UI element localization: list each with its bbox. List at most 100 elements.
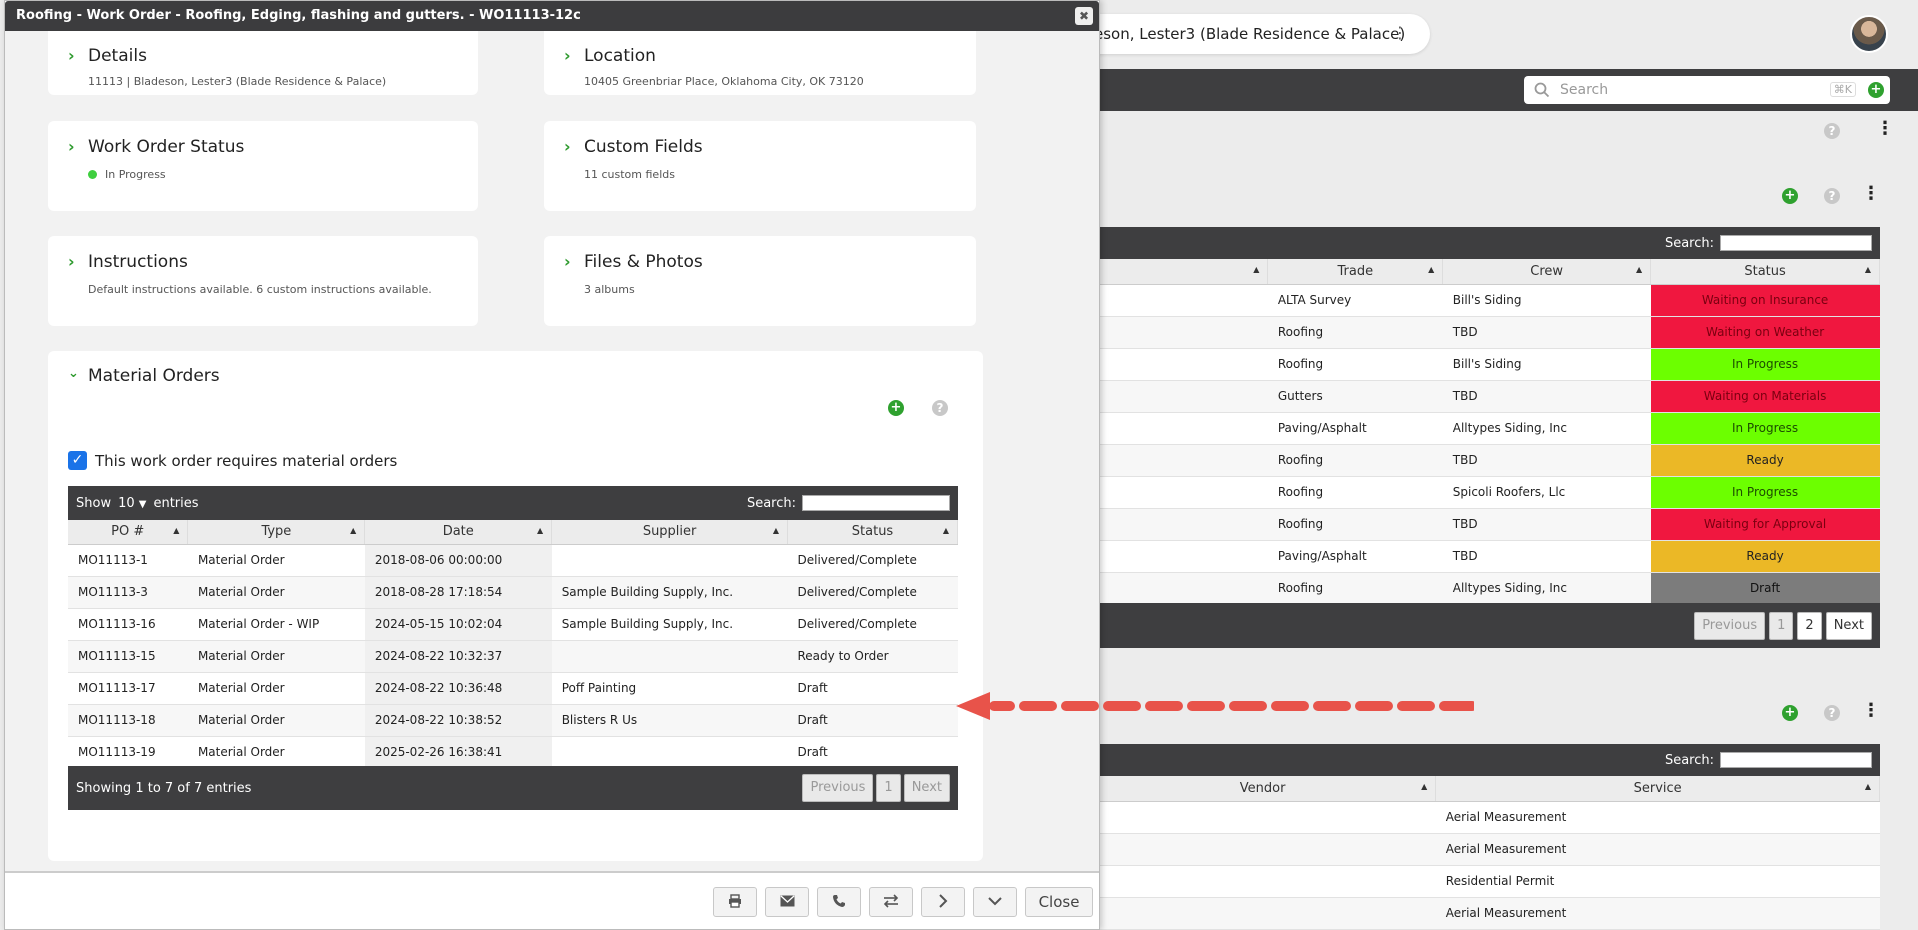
page-size-select[interactable]: 10 ▼ [118,496,146,511]
column-header-trade[interactable]: Trade ▲ [1267,259,1444,285]
column-header-supplier[interactable]: Supplier ▲ [551,520,788,545]
next-page-button[interactable]: Next [1825,611,1872,640]
work-order-status-card[interactable]: › Work Order Status In Progress [48,121,478,211]
avatar[interactable] [1850,15,1888,53]
table-row[interactable]: Roofing Alltypes Siding, Inc Draft [1090,572,1880,605]
previous-page-button[interactable]: Previous [1694,611,1766,640]
more-menu-icon[interactable]: ⋮ [1862,700,1880,721]
modal-title: Roofing - Work Order - Roofing, Edging, … [16,8,581,23]
cell-po[interactable]: MO11113-1 [68,544,188,577]
column-header-vendor[interactable]: Vendor ▲ [1090,776,1437,802]
help-icon[interactable]: ? [1824,188,1840,204]
annotation-arrow [956,692,1474,720]
requires-material-orders-checkbox[interactable]: ✓ [68,451,87,470]
help-icon[interactable]: ? [1824,705,1840,721]
instructions-card[interactable]: › Instructions Default instructions avai… [48,236,478,326]
cell-type: Material Order [187,736,365,769]
table-row[interactable]: Roofing Bill's Siding In Progress [1090,348,1880,381]
checkbox-label: This work order requires material orders [95,451,398,470]
table-row[interactable]: MO11113-3 Material Order 2018-08-28 17:18:… [68,576,958,609]
cell-type: Material Order [187,640,365,673]
chevron-down-icon[interactable]: ⌄ [68,366,79,381]
material-orders-footer: Showing 1 to 7 of 7 entries Previous 1 N… [68,766,958,810]
more-menu-icon[interactable]: ⋮ [1876,118,1894,139]
jobs-search-input[interactable] [1720,235,1872,251]
context-menu-icon[interactable]: ⋮ [1392,23,1408,42]
table-row[interactable]: Roofing TBD Waiting for Approval [1090,508,1880,541]
table-row[interactable]: Aerial Measurement [1090,801,1880,834]
location-card[interactable]: › Location 10405 Greenbriar Place, Oklah… [544,31,976,95]
jobs-table-header: Search: [1090,227,1880,259]
global-search[interactable]: Search ⌘K + [1524,76,1890,104]
previous-page-button[interactable]: Previous [802,774,874,802]
table-row[interactable]: Residential Permit [1090,865,1880,898]
print-button[interactable] [713,887,757,917]
column-header-type[interactable]: Type ▲ [187,520,366,545]
cell-trade: ALTA Survey [1267,284,1443,317]
table-row[interactable]: Roofing TBD Waiting on Weather [1090,316,1880,349]
cell-po[interactable]: MO11113-18 [68,704,188,737]
next-page-button[interactable]: Next [903,774,950,802]
cell-po[interactable]: MO11113-16 [68,608,188,641]
call-button[interactable] [817,887,861,917]
add-job-icon[interactable]: + [1782,188,1798,204]
table-row[interactable]: Paving/Asphalt TBD Ready [1090,540,1880,573]
next-button[interactable] [921,887,965,917]
page-2-button[interactable]: 2 [1797,611,1822,640]
mo-search-input[interactable] [802,495,950,511]
page-1-button[interactable]: 1 [876,774,901,802]
column-header-crew[interactable]: Crew ▲ [1442,259,1652,285]
cell-crew: Bill's Siding [1442,348,1651,381]
cell-po[interactable]: MO11113-3 [68,576,188,609]
table-row[interactable]: ALTA Survey Bill's Siding Waiting on Insur… [1090,284,1880,317]
close-icon[interactable]: ✖ [1075,7,1093,25]
cell-blank [1090,284,1268,317]
table-row[interactable]: MO11113-19 Material Order 2025-02-26 16:38… [68,736,958,769]
table-row[interactable]: Aerial Measurement [1090,833,1880,866]
table-row[interactable]: Roofing Spicoli Roofers, Llc In Progress [1090,476,1880,509]
add-icon[interactable]: + [1868,82,1884,98]
cell-status: Ready to Order [787,640,958,673]
table-row[interactable]: Aerial Measurement [1090,897,1880,930]
close-button[interactable]: Close [1025,887,1093,917]
column-header-status[interactable]: Status ▲ [787,520,958,545]
context-pill[interactable]: eson, Lester3 (Blade Residence & Palace)… [1050,14,1430,54]
cell-po[interactable]: MO11113-19 [68,736,188,769]
add-vendor-icon[interactable]: + [1782,705,1798,721]
column-header-po[interactable]: PO # ▲ [68,520,189,545]
table-row[interactable]: MO11113-18 Material Order 2024-08-22 10:38… [68,704,958,737]
cell-po[interactable]: MO11113-15 [68,640,188,673]
expand-button[interactable] [973,887,1017,917]
help-icon[interactable]: ? [932,400,948,416]
table-row[interactable]: Gutters TBD Waiting on Materials [1090,380,1880,413]
column-header-date[interactable]: Date ▲ [364,520,553,545]
help-icon[interactable]: ? [1824,123,1840,139]
modal-title-bar: Roofing - Work Order - Roofing, Edging, … [5,1,1099,31]
table-row[interactable]: MO11113-1 Material Order 2018-08-06 00:00:… [68,544,958,577]
column-header-status[interactable]: Status ▲ [1650,259,1880,285]
files-photos-card[interactable]: › Files & Photos 3 albums [544,236,976,326]
table-row[interactable]: Roofing TBD Ready [1090,444,1880,477]
card-title[interactable]: Material Orders [88,366,220,386]
work-order-modal: Roofing - Work Order - Roofing, Edging, … [4,0,1100,930]
cell-blank [1090,348,1268,381]
vendors-search-input[interactable] [1720,752,1872,768]
page-1-button[interactable]: 1 [1769,611,1794,640]
card-subtitle: 3 albums [584,283,635,296]
email-button[interactable] [765,887,809,917]
more-menu-icon[interactable]: ⋮ [1862,183,1880,204]
add-material-order-icon[interactable]: + [888,400,904,416]
column-header[interactable]: ▲ [1090,259,1269,285]
cell-po[interactable]: MO11113-17 [68,672,188,705]
table-row[interactable]: MO11113-16 Material Order - WIP 2024-05-15… [68,608,958,641]
table-row[interactable]: MO11113-15 Material Order 2024-08-22 10:32… [68,640,958,673]
transfer-button[interactable] [869,887,913,917]
details-card[interactable]: › Details 11113 | Bladeson, Lester3 (Bla… [48,31,478,95]
cell-date: 2024-08-22 10:36:48 [364,672,552,705]
card-subtitle: 11113 | Bladeson, Lester3 (Blade Residen… [88,75,387,88]
table-row[interactable]: Paving/Asphalt Alltypes Siding, Inc In Pro… [1090,412,1880,445]
table-row[interactable]: MO11113-17 Material Order 2024-08-22 10:36… [68,672,958,705]
column-header-service[interactable]: Service ▲ [1435,776,1880,802]
context-title: eson, Lester3 (Blade Residence & Palace) [1094,25,1406,43]
custom-fields-card[interactable]: › Custom Fields 11 custom fields [544,121,976,211]
